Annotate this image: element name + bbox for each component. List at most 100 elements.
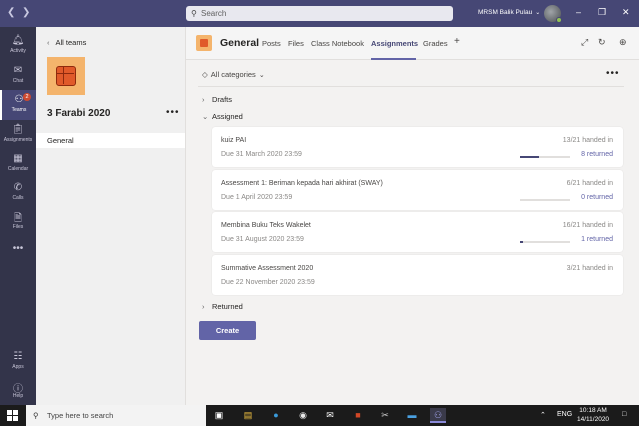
tab-posts[interactable]: Posts [262,39,281,48]
chevron-right-icon: › [202,302,205,311]
title-bar: ❮ ❯ ⚲ Search MRSM Balik Pulau ⌄ – ❐ ✕ [0,0,639,27]
photos-icon[interactable]: ▬ [404,408,420,423]
drafts-section-toggle[interactable]: › Drafts [202,95,232,104]
add-tab-button[interactable]: + [454,36,460,47]
notifications-icon[interactable]: □ [622,411,626,418]
chevron-right-icon: › [202,95,205,104]
assignments-icon: 📋︎ [11,124,25,135]
bell-icon: 🔔︎ [11,35,25,46]
assignment-card[interactable]: Summative Assessment 2020 Due 22 Novembe… [212,255,623,295]
more-apps-button[interactable]: ••• [0,239,36,269]
all-teams-link[interactable]: ‹ All teams [47,38,86,47]
chevron-down-icon: ⌄ [258,72,265,79]
rail-label: Calendar [7,166,29,172]
assignment-card[interactable]: Membina Buku Teks Wakelet Due 31 August … [212,212,623,252]
back-arrow-icon[interactable]: ❮ [7,7,15,18]
returned-count: 0 returned [581,194,613,201]
tenant-switcher[interactable]: MRSM Balik Pulau ⌄ [478,9,540,16]
search-icon: ⚲ [191,9,197,18]
channel-title: General [220,37,260,49]
more-icon: ••• [12,243,24,254]
handed-in-count: 3/21 handed in [566,265,613,272]
search-placeholder: Search [201,9,227,18]
tab-class-notebook[interactable]: Class Notebook [311,39,364,48]
refresh-icon[interactable]: ↻ [598,37,606,48]
chat-icon: ✉ [13,65,23,76]
active-tab-indicator [371,58,416,60]
rail-item-files[interactable]: 🗎︎ Files [0,207,36,237]
windows-start-icon[interactable] [7,410,18,421]
team-panel: ‹ All teams 3 Farabi 2020 ••• General [36,27,186,405]
handed-in-count: 16/21 handed in [562,222,613,229]
team-logo-icon [56,66,76,86]
file-explorer-icon[interactable]: ▤ [240,408,256,423]
progress-bar [520,199,570,201]
returned-section-toggle[interactable]: › Returned [202,302,243,311]
teams-taskbar-icon[interactable]: ⚇ [430,408,446,423]
returned-count: 1 returned [581,236,613,243]
channel-item-general[interactable]: General [36,133,185,148]
clock-date: 14/11/2020 [577,416,610,423]
minimize-icon[interactable]: – [576,7,581,17]
rail-label: Assignments [3,137,33,143]
rail-label: Activity [10,48,26,54]
search-icon: ⚲ [33,411,39,420]
rail-item-teams[interactable]: ⚇ Teams 2 [0,90,36,120]
team-more-options-button[interactable]: ••• [166,107,180,118]
mail-icon[interactable]: ✉ [322,408,338,423]
chrome-icon[interactable]: ◉ [295,408,311,423]
assignment-due: Due 1 April 2020 23:59 [221,194,293,201]
clock-time: 10:18 AM [579,407,607,414]
expand-icon[interactable]: ⤢ [581,37,588,48]
rail-item-help[interactable]: ⓘ Help [0,376,36,406]
rail-item-calls[interactable]: ✆ Calls [0,178,36,208]
forward-arrow-icon[interactable]: ❯ [22,7,30,18]
progress-bar [520,241,570,243]
assigned-label: Assigned [212,112,243,121]
task-view-icon[interactable]: ▣ [211,408,227,423]
assigned-section-toggle[interactable]: ⌄ Assigned [202,112,243,121]
assignment-card[interactable]: Assessment 1: Beriman kepada hari akhira… [212,170,623,210]
close-icon[interactable]: ✕ [622,7,630,18]
assignment-due: Due 31 March 2020 23:59 [221,151,302,158]
rail-label: Help [12,393,24,399]
tab-grades[interactable]: Grades [423,39,448,48]
search-input[interactable]: ⚲ Search [186,6,453,21]
assignment-due: Due 22 November 2020 23:59 [221,279,315,286]
taskbar: ⚲ Type here to search ▣ ▤ ● ◉ ✉ ■ ✂ ▬ ⚇ … [0,405,639,426]
restore-icon[interactable]: ❐ [598,7,606,18]
category-label: All categories [210,70,256,79]
assignment-card[interactable]: kuiz PAI Due 31 March 2020 23:59 13/21 h… [212,127,623,167]
app-rail: 🔔︎ Activity ✉ Chat ⚇ Teams 2 📋︎ Assignme… [0,27,36,405]
create-button[interactable]: Create [199,321,256,340]
tab-files[interactable]: Files [288,39,304,48]
rail-item-chat[interactable]: ✉ Chat [0,61,36,91]
tray-chevron-up-icon[interactable]: ⌃ [540,411,546,419]
channel-icon [196,35,212,51]
rail-label: Teams [11,107,27,113]
presence-status-icon [556,17,562,23]
rail-item-activity[interactable]: 🔔︎ Activity [0,31,36,61]
rail-label: Files [12,224,24,230]
phone-icon: ✆ [13,182,23,193]
taskbar-search-input[interactable]: ⚲ Type here to search [26,405,206,426]
taskbar-search-placeholder: Type here to search [47,411,114,420]
taskbar-clock[interactable]: 10:18 AM 14/11/2020 [577,406,609,424]
language-indicator[interactable]: ENG [557,411,572,418]
divider [198,86,624,87]
rail-item-calendar[interactable]: ▦ Calendar [0,149,36,179]
tenant-name: MRSM Balik Pulau [478,9,533,16]
edge-browser-icon[interactable]: ● [268,408,284,423]
category-filter[interactable]: ◇ All categories ⌄ [202,70,265,79]
rail-item-apps[interactable]: ☷ Apps [0,347,36,377]
calendar-icon: ▦ [13,153,23,164]
assignment-title: Summative Assessment 2020 [221,265,314,272]
snipping-tool-icon[interactable]: ✂ [377,408,393,423]
all-teams-label: All teams [55,38,87,47]
rail-item-assignments[interactable]: 📋︎ Assignments [0,120,36,150]
tab-assignments[interactable]: Assignments [371,39,418,48]
more-options-button[interactable]: ••• [606,68,620,79]
globe-icon[interactable]: ⊕ [619,37,627,48]
rail-label: Chat [12,78,24,84]
powerpoint-icon[interactable]: ■ [350,408,366,423]
